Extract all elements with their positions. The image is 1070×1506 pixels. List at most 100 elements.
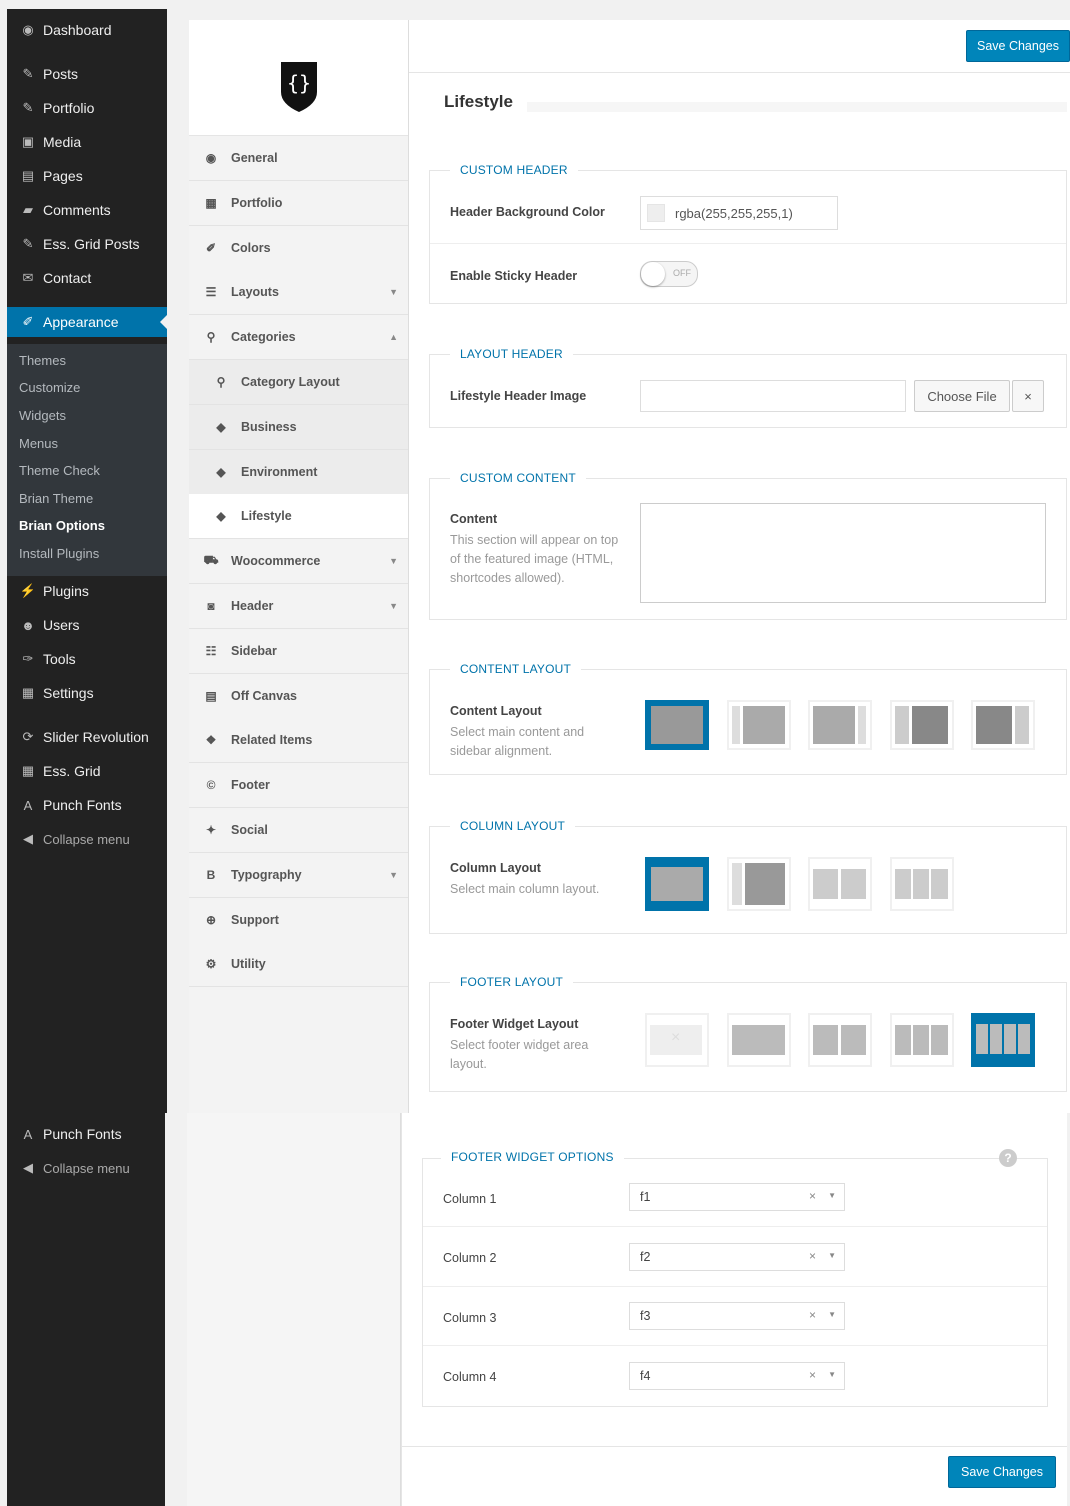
- nav-item-related-items[interactable]: ❖ Related Items: [189, 718, 408, 764]
- nav-item-general[interactable]: ◉ General: [189, 136, 408, 181]
- nav-item-utility[interactable]: ⚙ Utility: [189, 942, 408, 988]
- content-layout-left-sidebar-alt[interactable]: [890, 700, 954, 750]
- menu-media[interactable]: ▣ Media: [7, 127, 167, 157]
- content-layout-full[interactable]: [645, 700, 709, 750]
- submenu-brian-theme[interactable]: Brian Theme: [19, 491, 93, 506]
- menu-users[interactable]: ☻ Users: [7, 610, 167, 640]
- menu-portfolio[interactable]: ✎ Portfolio: [7, 93, 167, 123]
- column-layout-3[interactable]: [808, 857, 872, 911]
- chevron-down-icon[interactable]: ▼: [828, 1310, 836, 1319]
- menu-label: Posts: [43, 66, 79, 82]
- chevron-down-icon[interactable]: ▼: [828, 1370, 836, 1379]
- column-layout-4[interactable]: [890, 857, 954, 911]
- footer-layout-4-col[interactable]: [971, 1013, 1035, 1067]
- menu-ess-grid[interactable]: ▦ Ess. Grid: [7, 756, 167, 786]
- chevron-down-icon[interactable]: ▼: [389, 556, 398, 566]
- nav-item-category-layout[interactable]: ⚲ Category Layout: [189, 360, 408, 405]
- nav-item-social[interactable]: ✦ Social: [189, 808, 408, 853]
- nav-item-business[interactable]: ◆ Business: [189, 404, 408, 450]
- submenu-customize[interactable]: Customize: [19, 380, 80, 395]
- content-textarea[interactable]: [640, 503, 1046, 603]
- menu-dashboard[interactable]: ◉ Dashboard: [7, 15, 167, 45]
- color-swatch[interactable]: [647, 204, 665, 222]
- footer-layout-3-col[interactable]: [890, 1013, 954, 1067]
- remove-file-button[interactable]: ×: [1012, 380, 1044, 412]
- section-heading: CUSTOM CONTENT: [450, 471, 586, 485]
- clear-icon[interactable]: ×: [809, 1249, 816, 1263]
- menu-posts[interactable]: ✎ Posts: [7, 59, 167, 89]
- dashboard-icon: ◉: [205, 151, 217, 165]
- dashboard-icon: ◉: [22, 22, 34, 37]
- clear-icon[interactable]: ×: [809, 1308, 816, 1322]
- nav-item-portfolio[interactable]: ▦ Portfolio: [189, 180, 408, 226]
- menu-collapse[interactable]: ◀ Collapse menu: [7, 1153, 167, 1183]
- nav-item-categories[interactable]: ⚲ Categories ▲: [189, 315, 408, 361]
- menu-collapse[interactable]: ◀ Collapse menu: [7, 824, 167, 854]
- nav-item-woocommerce[interactable]: ⛟ Woocommerce ▼: [189, 539, 408, 585]
- footer-layout-none[interactable]: ×: [645, 1013, 709, 1067]
- chevron-down-icon[interactable]: ▼: [389, 287, 398, 297]
- menu-appearance[interactable]: ✐ Appearance: [7, 307, 168, 337]
- footer-layout-2-col[interactable]: [808, 1013, 872, 1067]
- sticky-header-toggle[interactable]: OFF: [640, 261, 698, 287]
- menu-plugins[interactable]: ⚡ Plugins: [7, 576, 167, 606]
- comment-icon: ▰: [23, 202, 33, 217]
- clear-icon[interactable]: ×: [809, 1189, 816, 1203]
- menu-punch-fonts[interactable]: A Punch Fonts: [7, 790, 167, 820]
- chevron-down-icon[interactable]: ▼: [389, 870, 398, 880]
- header-bg-color-field[interactable]: rgba(255,255,255,1): [640, 196, 838, 230]
- save-button-top[interactable]: Save Changes: [966, 30, 1070, 62]
- chevron-down-icon[interactable]: ▼: [389, 601, 398, 611]
- content-label: Content: [450, 512, 498, 526]
- menu-settings[interactable]: ▦ Settings: [7, 678, 167, 708]
- submenu-install-plugins[interactable]: Install Plugins: [19, 546, 99, 561]
- column-layout-2[interactable]: [727, 857, 791, 911]
- menu-pages[interactable]: ▤ Pages: [7, 161, 167, 191]
- submenu-theme-check[interactable]: Theme Check: [19, 463, 100, 478]
- submenu-menus[interactable]: Menus: [19, 436, 58, 451]
- save-button-bottom[interactable]: Save Changes: [948, 1456, 1056, 1488]
- column-layout-1[interactable]: [645, 857, 709, 911]
- nav-item-typography[interactable]: B Typography ▼: [189, 852, 408, 898]
- section-heading: CUSTOM HEADER: [450, 163, 578, 177]
- choose-file-button[interactable]: Choose File: [914, 380, 1010, 412]
- menu-ess-grid-posts[interactable]: ✎ Ess. Grid Posts: [7, 229, 167, 259]
- nav-item-colors[interactable]: ✐ Colors: [189, 225, 408, 271]
- submenu-themes[interactable]: Themes: [19, 353, 66, 368]
- nav-item-header[interactable]: ◙ Header ▼: [189, 584, 408, 629]
- column-4-select[interactable]: f4 × ▼: [629, 1362, 845, 1390]
- nav-item-lifestyle[interactable]: ◆ Lifestyle: [189, 494, 408, 540]
- header-image-url-input[interactable]: [640, 380, 906, 412]
- column-1-select[interactable]: f1 × ▼: [629, 1183, 845, 1211]
- nav-item-footer[interactable]: © Footer: [189, 763, 408, 809]
- nav-item-support[interactable]: ⊕ Support: [189, 897, 408, 943]
- chevron-down-icon[interactable]: ▼: [828, 1251, 836, 1260]
- content-layout-right-sidebar-alt[interactable]: [971, 700, 1035, 750]
- chevron-down-icon[interactable]: ▼: [828, 1191, 836, 1200]
- submenu-brian-options[interactable]: Brian Options: [19, 518, 105, 533]
- menu-punch-fonts[interactable]: A Punch Fonts: [7, 1119, 167, 1149]
- menu-slider-revolution[interactable]: ⟳ Slider Revolution: [7, 722, 167, 752]
- menu-comments[interactable]: ▰ Comments: [7, 195, 167, 225]
- menu-tools[interactable]: ✑ Tools: [7, 644, 167, 674]
- footer-layout-description: Select footer widget area layout.: [450, 1038, 589, 1071]
- clear-icon[interactable]: ×: [809, 1368, 816, 1382]
- column-3-select[interactable]: f3 × ▼: [629, 1302, 845, 1330]
- column-3-label: Column 3: [443, 1311, 497, 1325]
- layout-icon: ☰: [205, 285, 217, 300]
- submenu-widgets[interactable]: Widgets: [19, 408, 66, 423]
- footer-layout-1-col[interactable]: [727, 1013, 791, 1067]
- column-2-select[interactable]: f2 × ▼: [629, 1243, 845, 1271]
- nav-item-label: Categories: [231, 330, 296, 345]
- menu-label: Dashboard: [43, 22, 112, 38]
- nav-item-layouts[interactable]: ☰ Layouts ▼: [189, 270, 408, 316]
- nav-item-sidebar[interactable]: ☷ Sidebar: [189, 628, 408, 674]
- nav-item-environment[interactable]: ◆ Environment: [189, 449, 408, 495]
- content-layout-left-sidebar[interactable]: [727, 700, 791, 750]
- chevron-up-icon[interactable]: ▲: [389, 332, 398, 342]
- mail-icon: ✉: [22, 270, 34, 285]
- menu-contact[interactable]: ✉ Contact: [7, 263, 167, 293]
- content-layout-right-sidebar[interactable]: [808, 700, 872, 750]
- nav-item-off-canvas[interactable]: ▤ Off Canvas: [189, 673, 408, 719]
- help-icon[interactable]: ?: [999, 1149, 1017, 1167]
